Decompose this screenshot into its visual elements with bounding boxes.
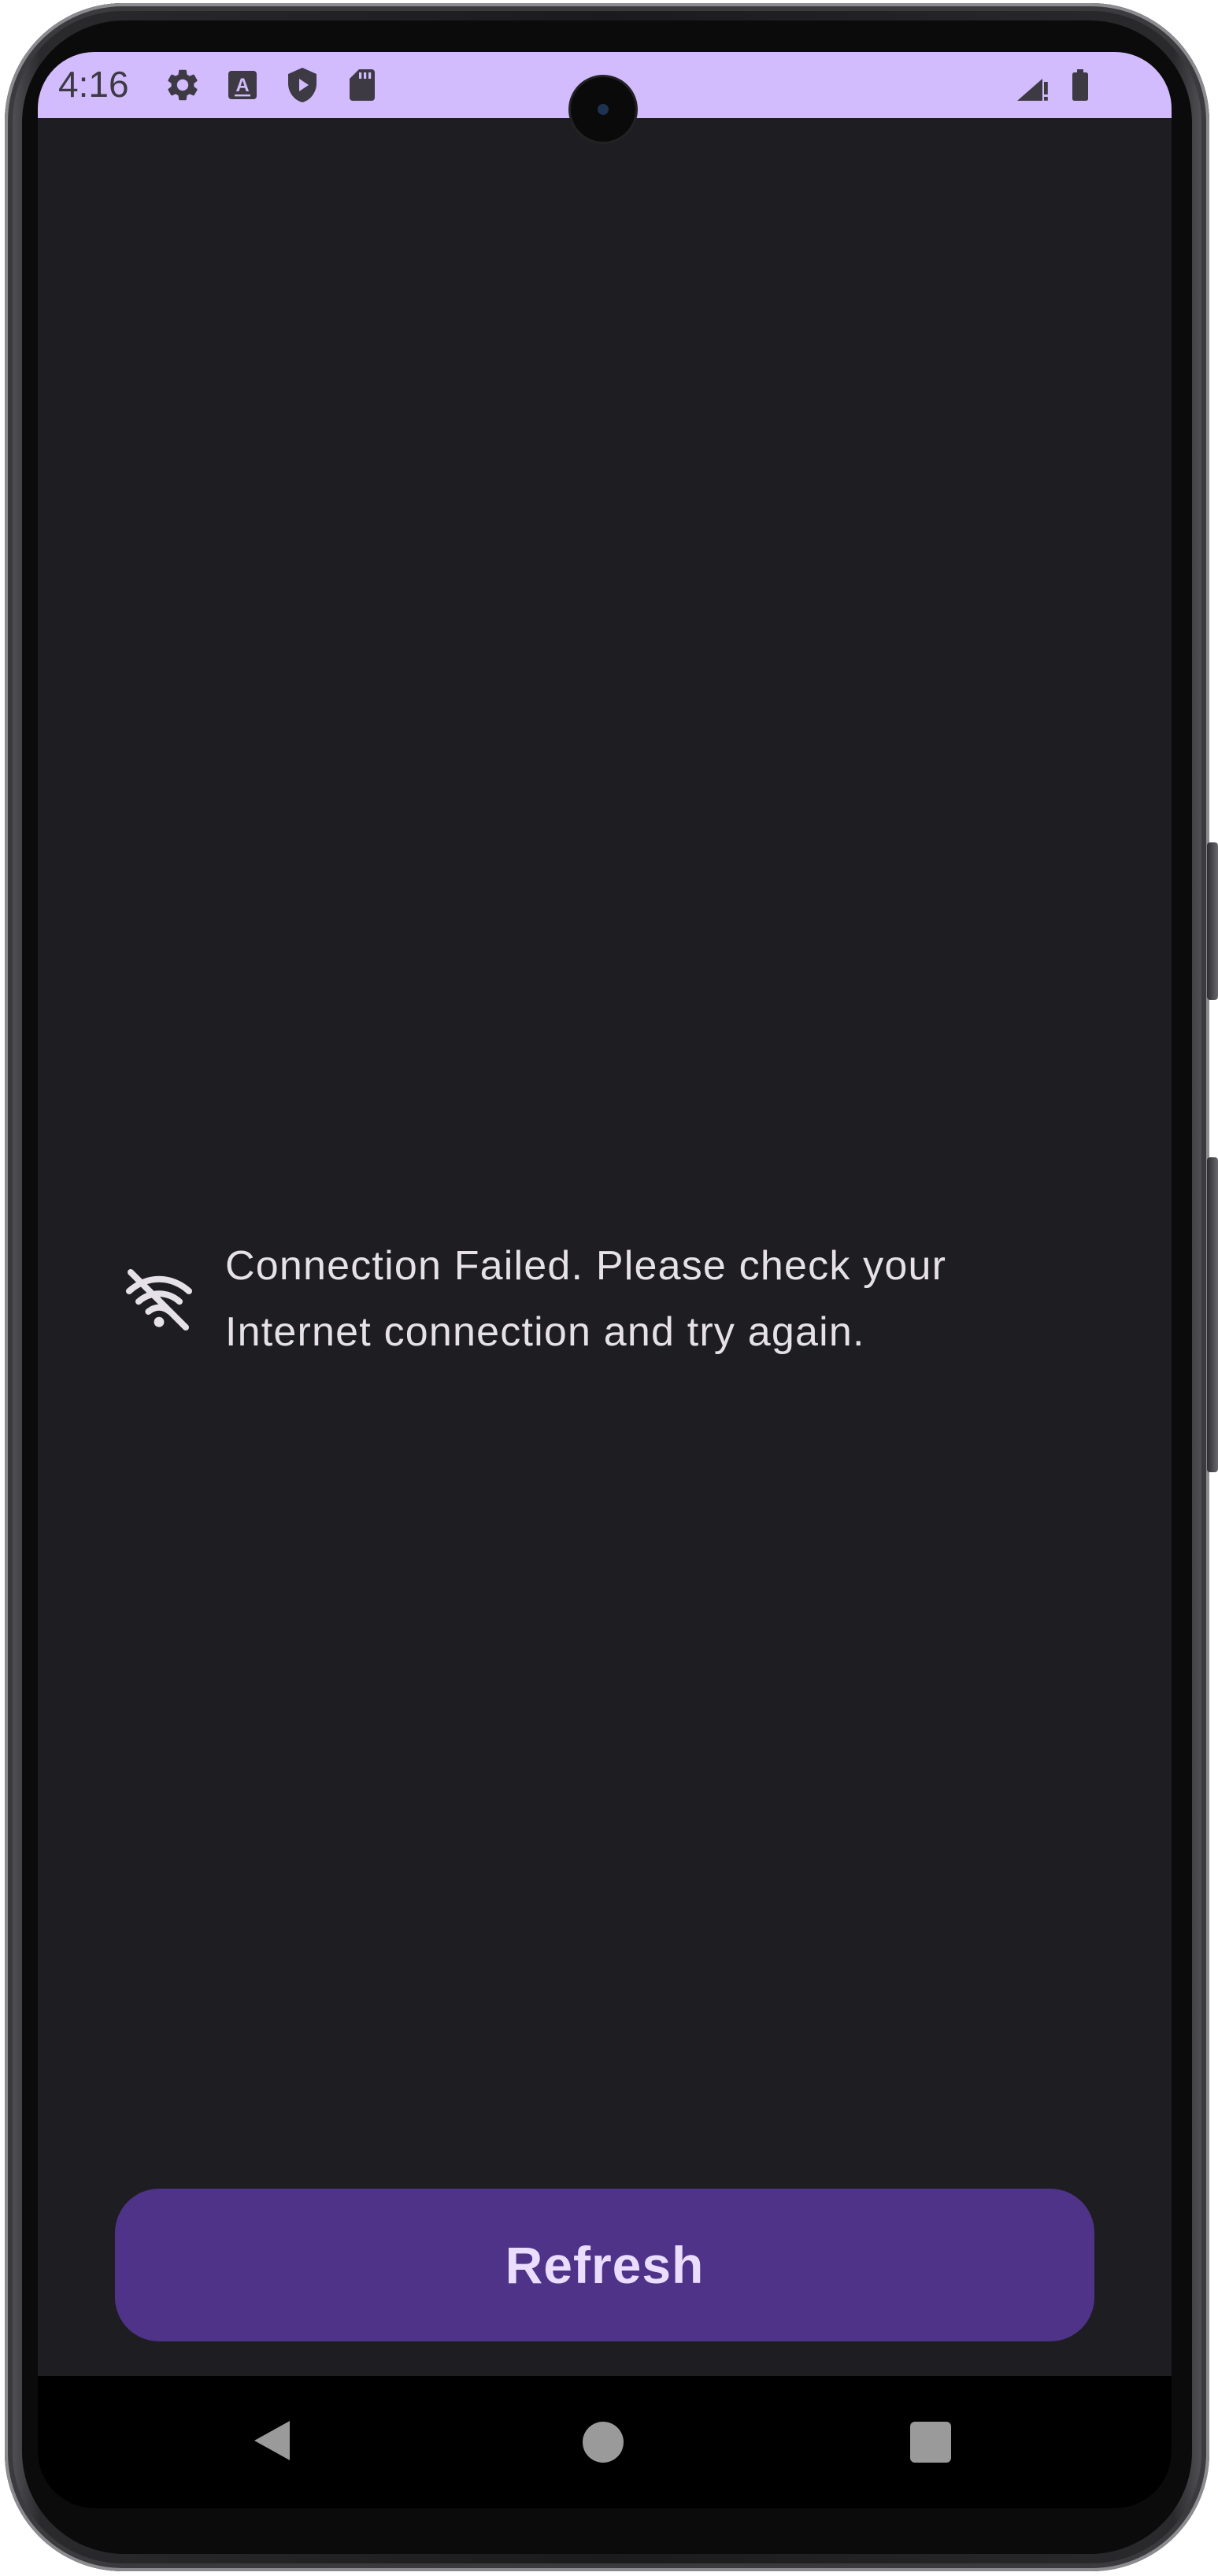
connection-error-message: Connection Failed. Please check your Int… <box>117 1233 1093 1365</box>
recents-icon[interactable] <box>910 2422 951 2463</box>
screen: 4:16 A Connection Failed. Please check y… <box>38 52 1172 2508</box>
keyboard-a-icon: A <box>228 71 257 99</box>
refresh-button[interactable]: Refresh <box>115 2189 1094 2341</box>
front-camera <box>571 77 635 142</box>
navigation-bar <box>38 2376 1172 2508</box>
sd-card-icon <box>350 69 375 101</box>
power-button <box>1207 1157 1218 1472</box>
play-protect-icon <box>288 68 317 102</box>
home-icon[interactable] <box>583 2422 624 2463</box>
cellular-no-data-icon <box>1017 79 1048 101</box>
back-icon[interactable] <box>250 2417 298 2464</box>
error-message-text: Connection Failed. Please check your Int… <box>225 1243 947 1355</box>
status-time: 4:16 <box>58 64 129 105</box>
settings-icon <box>168 69 198 101</box>
battery-icon <box>1072 69 1088 101</box>
volume-button <box>1207 842 1218 1000</box>
wifi-off-icon <box>126 1269 192 1331</box>
device-frame: 4:16 A Connection Failed. Please check y… <box>0 0 1218 2576</box>
svg-text:A: A <box>235 75 249 96</box>
